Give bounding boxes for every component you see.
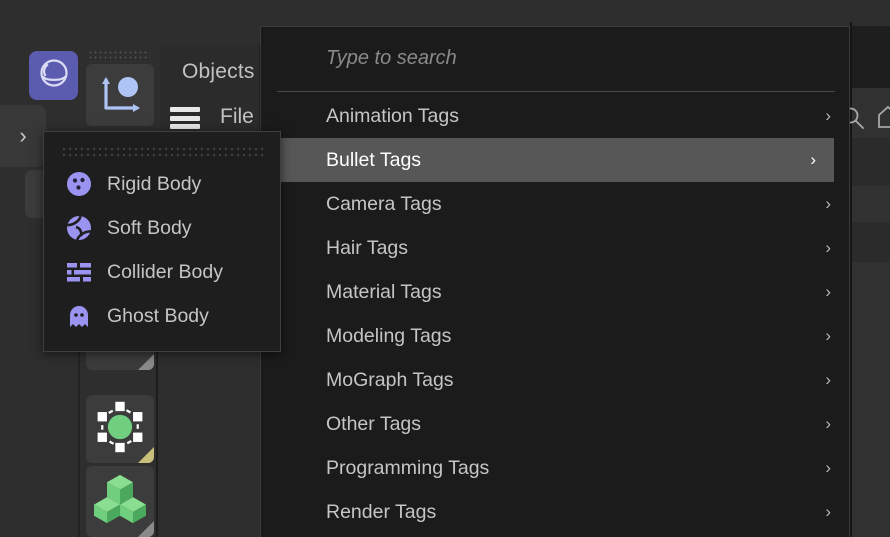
corner-marker-icon: [138, 354, 154, 370]
corner-marker-icon: [138, 521, 154, 537]
menu-item-label: Bullet Tags: [326, 148, 422, 171]
right-band-4: [852, 186, 890, 222]
menu-item-modeling-tags[interactable]: Modeling Tags ›: [261, 314, 849, 358]
menu-item-list: Animation Tags › Bullet Tags › Camera Tags › H…: [261, 94, 849, 534]
hamburger-menu-icon[interactable]: [170, 107, 200, 129]
menu-item-material-tags[interactable]: Material Tags ›: [261, 270, 849, 314]
axis-object-button[interactable]: [86, 64, 154, 126]
menu-item-label: Camera Tags: [326, 192, 442, 215]
right-band-5: [852, 222, 890, 262]
right-band-3: [852, 138, 890, 186]
menu-item-label: Hair Tags: [326, 236, 409, 259]
right-band-6: [852, 262, 890, 537]
submenu-grip[interactable]: [61, 145, 266, 157]
panel-column-divider-left: [78, 352, 80, 537]
menu-search-row: [261, 27, 849, 94]
search-underline: [277, 91, 835, 92]
sphere-primitive-button[interactable]: [29, 51, 78, 100]
menu-item-label: Other Tags: [326, 412, 422, 435]
chevron-right-icon: ›: [19, 123, 27, 148]
chevron-right-icon: ›: [825, 414, 831, 433]
right-band-1: [852, 26, 890, 88]
collider-body-icon: [61, 256, 97, 288]
deformer-object-button[interactable]: [86, 395, 154, 463]
submenu-item-collider-body[interactable]: Collider Body: [44, 250, 280, 294]
menu-file[interactable]: File: [220, 105, 254, 129]
menu-item-hair-tags[interactable]: Hair Tags ›: [261, 226, 849, 270]
submenu-item-list: Rigid Body Soft Body Collider Body Ghost Bo…: [44, 132, 280, 338]
search-input[interactable]: [326, 47, 806, 70]
menu-item-label: Modeling Tags: [326, 324, 452, 347]
chevron-right-icon: ›: [825, 326, 831, 345]
axis-object-icon: [97, 72, 143, 119]
menu-item-render-tags[interactable]: Render Tags ›: [261, 490, 849, 534]
chevron-right-icon: ›: [825, 502, 831, 521]
bullet-tags-submenu: Rigid Body Soft Body Collider Body Ghost Bo…: [43, 131, 281, 352]
chevron-right-icon: ›: [825, 106, 831, 125]
chevron-right-icon: ›: [825, 194, 831, 213]
menu-item-other-tags[interactable]: Other Tags ›: [261, 402, 849, 446]
menu-item-camera-tags[interactable]: Camera Tags ›: [261, 182, 849, 226]
submenu-item-ghost-body[interactable]: Ghost Body: [44, 294, 280, 338]
menu-item-label: Programming Tags: [326, 456, 490, 479]
menu-item-mograph-tags[interactable]: MoGraph Tags ›: [261, 358, 849, 402]
chevron-right-icon: ›: [825, 458, 831, 477]
chevron-right-icon: ›: [825, 282, 831, 301]
toolbar-grip[interactable]: [88, 49, 150, 62]
menu-item-label: Render Tags: [326, 500, 437, 523]
soft-body-icon: [61, 212, 97, 244]
submenu-item-rigid-body[interactable]: Rigid Body: [44, 162, 280, 206]
rigid-body-icon: [61, 168, 97, 200]
menu-item-bullet-tags[interactable]: Bullet Tags ›: [261, 138, 834, 182]
submenu-item-label: Soft Body: [107, 216, 192, 239]
submenu-item-label: Ghost Body: [107, 304, 209, 327]
top-bar: [0, 0, 890, 26]
panel-expand-button[interactable]: ›: [0, 105, 46, 167]
home-icon[interactable]: [876, 104, 890, 130]
menu-item-label: Animation Tags: [326, 104, 459, 127]
ghost-body-icon: [61, 300, 97, 332]
sphere-primitive-icon: [37, 56, 71, 95]
submenu-item-label: Collider Body: [107, 260, 223, 283]
menu-item-animation-tags[interactable]: Animation Tags ›: [261, 94, 849, 138]
menu-item-label: Material Tags: [326, 280, 442, 303]
page-title: Objects: [182, 60, 255, 83]
submenu-item-soft-body[interactable]: Soft Body: [44, 206, 280, 250]
menu-item-programming-tags[interactable]: Programming Tags ›: [261, 446, 849, 490]
chevron-right-icon: ›: [825, 370, 831, 389]
chevron-right-icon: ›: [810, 150, 816, 169]
corner-marker-icon: [138, 447, 154, 463]
tags-dropdown-menu: Animation Tags›Bullet Tags›Camera Tags›H…: [260, 26, 850, 537]
mograph-cloner-button[interactable]: [86, 466, 154, 537]
app-root: › [: [0, 0, 890, 537]
chevron-right-icon: ›: [825, 238, 831, 257]
panel-column-divider: [156, 352, 158, 537]
menu-item-label: MoGraph Tags: [326, 368, 454, 391]
right-divider: [850, 22, 852, 537]
submenu-item-label: Rigid Body: [107, 172, 202, 195]
